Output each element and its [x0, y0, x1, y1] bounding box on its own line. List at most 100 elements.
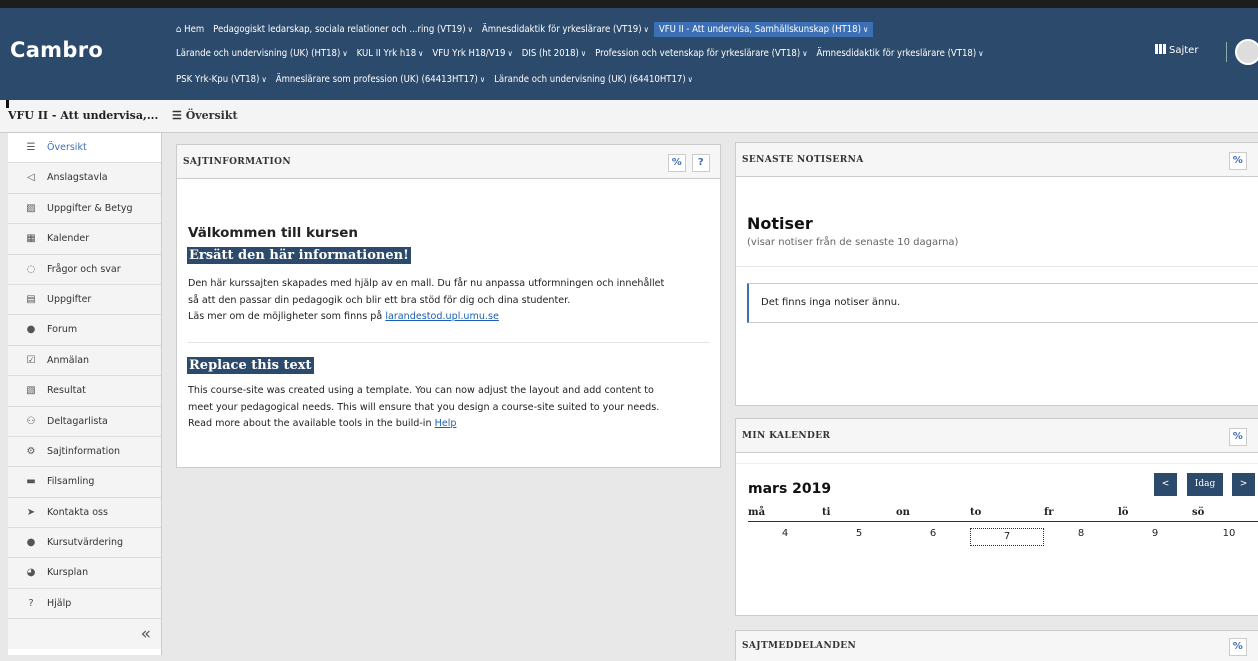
sidebar-item[interactable]: ⚙ Sajtinformation: [8, 436, 161, 468]
calendar-day[interactable]: 4: [748, 528, 822, 539]
chevron-down-icon: ∨: [802, 49, 808, 58]
cambro-logo[interactable]: Cambro: [10, 38, 103, 62]
chevron-down-icon: ∨: [643, 25, 649, 34]
grid-icon: [1155, 44, 1166, 54]
site-nav-link[interactable]: Ämnesdidaktik för yrkeslärare (VT19) ∨: [482, 24, 649, 35]
site-nav-link[interactable]: Ämnesdidaktik för yrkeslärare (VT18) ∨: [816, 48, 983, 59]
link-icon[interactable]: %: [1229, 638, 1247, 656]
link-icon[interactable]: %: [1229, 428, 1247, 446]
calendar-today-button[interactable]: Idag: [1187, 473, 1223, 496]
sidebar-item[interactable]: ◌ Frågor och svar: [8, 254, 161, 285]
page-title: ☰ Översikt: [172, 109, 238, 122]
sidebar-item[interactable]: ▬ Filsamling: [8, 467, 161, 498]
intro-line: så att den passar din pedagogik och blir…: [188, 294, 571, 306]
send-icon: ➤: [26, 506, 36, 518]
calendar-next-button[interactable]: >: [1232, 473, 1255, 496]
larandestod-link[interactable]: larandestod.upl.umu.se: [385, 311, 499, 322]
divider: [188, 342, 710, 343]
list-icon: ☰: [172, 109, 186, 122]
user-avatar[interactable]: [1235, 39, 1258, 65]
link-icon[interactable]: %: [1229, 152, 1247, 170]
sidebar-item-label: Kalender: [47, 233, 90, 245]
link-icon[interactable]: %: [668, 154, 686, 172]
chevron-down-icon: ∨: [418, 49, 424, 58]
site-header: Cambro ⌂ Hem Pedagogiskt ledarskap, socia…: [0, 8, 1258, 100]
chevron-down-icon: ∨: [978, 49, 984, 58]
site-nav-link[interactable]: Lärande och undervisning (UK) (HT18) ∨: [176, 48, 348, 59]
help-icon[interactable]: ?: [692, 154, 710, 172]
chevron-down-icon: ∨: [479, 75, 486, 84]
calendar-day[interactable]: 5: [822, 528, 896, 539]
sidebar-item[interactable]: ➤ Kontakta oss: [8, 497, 161, 529]
site-nav-link[interactable]: KUL II Yrk h18 ∨: [357, 48, 424, 59]
chevron-down-icon: ∨: [342, 49, 348, 58]
site-nav-label: VFU Yrk H18/V19: [432, 48, 506, 59]
sites-button[interactable]: Sajter: [1155, 44, 1198, 56]
calendar-weekday: lö: [1118, 507, 1129, 518]
calendar-weekday: fr: [1044, 507, 1054, 518]
forum-icon: ●: [26, 324, 36, 336]
site-nav-label: KUL II Yrk h18: [356, 48, 417, 59]
sidebar-item-label: Forum: [47, 324, 78, 336]
page-title-label: Översikt: [185, 109, 238, 122]
chevron-down-icon: ∨: [687, 75, 693, 84]
site-messages-panel: SAJTMEDDELANDEN %: [735, 630, 1258, 661]
help-link[interactable]: Help: [435, 418, 457, 429]
calendar-prev-button[interactable]: <: [1154, 473, 1177, 496]
site-nav-label: Ämnesdidaktik för yrkeslärare (VT18): [816, 48, 977, 59]
site-nav-link[interactable]: Lärande och undervisning (UK) (64410HT17…: [494, 74, 693, 85]
chevron-down-icon: ∨: [467, 25, 473, 34]
sidebar-item[interactable]: ● Forum: [8, 315, 161, 346]
sidebar-item[interactable]: ▦ Kalender: [8, 224, 161, 255]
site-title[interactable]: VFU II - Att undervisa,...: [8, 109, 158, 122]
calendar-day[interactable]: 6: [896, 528, 970, 539]
panel-heading-label: SAJTMEDDELANDEN: [742, 641, 857, 651]
calendar-day[interactable]: 8: [1044, 528, 1118, 539]
site-nav-link[interactable]: Ämneslärare som profession (UK) (64413HT…: [276, 74, 485, 85]
sidebar-item[interactable]: ⚇ Deltagarlista: [8, 406, 161, 437]
calendar-rule: [748, 521, 1258, 522]
sidebar-item[interactable]: ◕ Kursplan: [8, 558, 161, 589]
calendar-weekday: to: [970, 507, 982, 518]
calendar-day[interactable]: 7: [970, 528, 1044, 546]
sidebar-item-label: Uppgifter & Betyg: [47, 202, 133, 214]
site-nav-link[interactable]: DIS (ht 2018) ∨: [522, 48, 586, 59]
site-nav-label: Ämnesdidaktik för yrkeslärare (VT19): [481, 24, 642, 35]
site-nav-label: Ämneslärare som profession (UK) (64413HT…: [275, 74, 478, 85]
site-nav-link[interactable]: VFU II - Att undervisa, Samhällskunskap …: [653, 22, 874, 37]
calendar-day[interactable]: 9: [1118, 528, 1192, 539]
site-nav-link[interactable]: VFU Yrk H18/V19 ∨: [432, 48, 512, 59]
chevron-down-icon: ∨: [862, 25, 869, 34]
sidebar-item[interactable]: ☑ Anmälan: [8, 345, 161, 377]
site-nav-link[interactable]: ⌂ Hem: [176, 24, 204, 35]
divider: [736, 266, 1258, 267]
sidebar-item[interactable]: ● Kursutvärdering: [8, 528, 161, 559]
intro-line-text: Läs mer om de möjligheter som finns på: [188, 311, 383, 322]
sidebar-item[interactable]: ? Hjälp: [8, 588, 161, 620]
site-info-panel: SAJTINFORMATION % ? Välkommen till kurse…: [176, 144, 721, 468]
site-nav-link[interactable]: PSK Yrk-Kpu (VT18) ∨: [176, 74, 267, 85]
notices-subtitle: (visar notiser från de senaste 10 dagarn…: [747, 237, 959, 248]
calendar-day[interactable]: 10: [1192, 528, 1258, 539]
sidebar-item[interactable]: ☰ Översikt: [8, 133, 161, 164]
site-nav-link[interactable]: Profession och vetenskap för yrkeslärare…: [595, 48, 807, 59]
sidebar-item[interactable]: ◁ Anslagstavla: [8, 163, 161, 194]
sidebar-item-label: Hjälp: [47, 597, 72, 609]
site-nav-row-1: ⌂ Hem Pedagogiskt ledarskap, sociala rela…: [176, 22, 882, 37]
intro-line-text: Read more about the available tools in t…: [188, 418, 432, 429]
sidebar-item[interactable]: ▤ Uppgifter: [8, 284, 161, 316]
site-nav-label: Lärande och undervisning (UK) (HT18): [176, 48, 341, 59]
sidebar-item[interactable]: ▧ Resultat: [8, 376, 161, 407]
site-nav-link[interactable]: Pedagogiskt ledarskap, sociala relatione…: [213, 24, 473, 35]
panel-heading: MIN KALENDER %: [736, 419, 1258, 453]
notices-panel: SENASTE NOTISERNA % Notiser (visar notis…: [735, 142, 1258, 406]
collapse-menu-button[interactable]: «: [8, 619, 161, 650]
sidebar-item-label: Sajtinformation: [47, 445, 121, 457]
site-nav-label: Lärande och undervisning (UK) (64410HT17…: [494, 74, 686, 85]
sidebar-item[interactable]: ▨ Uppgifter & Betyg: [8, 193, 161, 225]
sidebar-item-label: Anmälan: [47, 354, 90, 366]
globe-icon: ◕: [26, 567, 36, 579]
site-nav-row-2: Lärande och undervisning (UK) (HT18) ∨ KUL…: [176, 48, 992, 59]
site-nav-label: VFU II - Att undervisa, Samhällskunskap …: [658, 24, 861, 35]
chat-icon: ◌: [26, 263, 36, 275]
